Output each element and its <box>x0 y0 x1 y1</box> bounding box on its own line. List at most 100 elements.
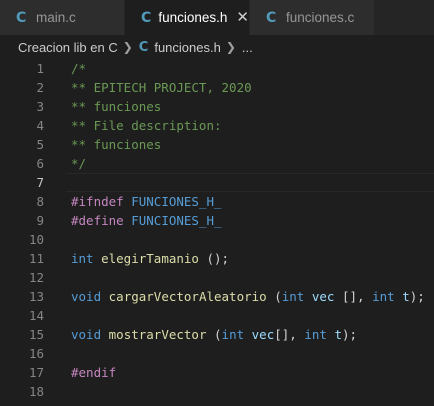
code-token: mostrarVector <box>108 327 207 342</box>
tab-main-c[interactable]: C main.c <box>0 0 125 35</box>
code-token: (); <box>198 251 230 266</box>
chevron-right-icon: ❯ <box>225 40 236 54</box>
breadcrumb-more[interactable]: ... <box>242 40 253 55</box>
tab-funciones-c[interactable]: C funciones.c <box>250 0 375 35</box>
code-text: void cargarVectorAleatorio (int vec [], … <box>71 287 425 306</box>
code-token: int <box>372 289 395 304</box>
code-text: ** funciones <box>71 135 161 154</box>
line-number: 2 <box>36 80 44 95</box>
line-number: 13 <box>28 289 44 304</box>
code-token: ); <box>341 327 358 342</box>
c-file-icon: C <box>16 9 27 26</box>
code-token: int <box>304 327 327 342</box>
tab-label: funciones.h <box>158 10 228 25</box>
code-line[interactable]: 2 ** EPITECH PROJECT, 2020 <box>0 78 434 97</box>
line-number: 1 <box>36 61 44 76</box>
code-line[interactable]: 10 <box>0 230 434 249</box>
code-token: elegirTamanio <box>101 251 199 266</box>
c-file-icon: C <box>266 9 277 26</box>
code-token: [], <box>334 289 373 304</box>
code-token: int <box>221 327 245 342</box>
code-token: ( <box>266 289 282 304</box>
tab-label: funciones.c <box>286 10 355 25</box>
code-token: ); <box>409 289 425 304</box>
code-token: ( <box>206 327 222 342</box>
line-number: 8 <box>36 194 44 209</box>
close-icon[interactable]: ✕ <box>236 10 249 25</box>
line-number: 14 <box>28 308 44 323</box>
code-text: */ <box>71 154 86 173</box>
line-number: 15 <box>28 327 44 342</box>
line-number: 10 <box>28 232 44 247</box>
code-line[interactable]: 7 <box>0 173 434 192</box>
code-line[interactable]: 1 /* <box>0 59 434 78</box>
code-line[interactable]: 4 ** File description: <box>0 116 434 135</box>
code-token: [], <box>274 327 305 342</box>
code-line[interactable]: 15 void mostrarVector (int vec[], int t); <box>0 325 434 344</box>
tab-label: main.c <box>36 10 76 25</box>
code-token: ** funciones <box>71 99 162 114</box>
code-line[interactable]: 8 #ifndef FUNCIONES_H_ <box>0 192 434 211</box>
code-token: ** EPITECH PROJECT, 2020 <box>71 80 252 95</box>
breadcrumb: Creacion lib en C ❯ C funciones.h ❯ ... <box>0 35 434 59</box>
code-line[interactable]: 13 void cargarVectorAleatorio (int vec []… <box>0 287 434 306</box>
code-token: t <box>334 327 342 342</box>
line-number: 6 <box>36 156 44 171</box>
line-number: 9 <box>36 213 44 228</box>
code-token: ** File description: <box>71 118 222 133</box>
line-number: 5 <box>36 137 44 152</box>
code-token: ** funciones <box>71 137 162 152</box>
breadcrumb-file[interactable]: funciones.h <box>154 40 221 55</box>
code-token: t <box>402 289 410 304</box>
line-number: 7 <box>36 175 44 190</box>
code-line[interactable]: 11 int elegirTamanio (); <box>0 249 434 268</box>
code-line[interactable]: 16 <box>0 344 434 363</box>
current-line-highlight <box>66 173 434 192</box>
code-token: cargarVectorAleatorio <box>108 289 267 304</box>
code-line[interactable]: 6 */ <box>0 154 434 173</box>
code-text: ** EPITECH PROJECT, 2020 <box>71 78 252 97</box>
line-number: 18 <box>28 384 44 399</box>
code-text: #define FUNCIONES_H_ <box>71 211 222 230</box>
c-file-icon: C <box>141 9 152 26</box>
line-number: 11 <box>28 251 44 266</box>
code-text: /* <box>71 59 86 78</box>
line-number: 17 <box>28 365 44 380</box>
tab-funciones-h[interactable]: C funciones.h ✕ <box>125 0 250 35</box>
breadcrumb-folder[interactable]: Creacion lib en C <box>18 40 118 55</box>
c-file-icon: C <box>138 39 149 55</box>
code-token: void <box>71 289 102 304</box>
code-editor[interactable]: 1 /* 2 ** EPITECH PROJECT, 2020 3 ** funcione… <box>0 59 434 406</box>
code-token: */ <box>71 156 87 171</box>
code-text: #endif <box>71 363 116 382</box>
code-text: void mostrarVector (int vec[], int t); <box>71 325 357 344</box>
code-token: vec <box>251 327 275 342</box>
chevron-right-icon: ❯ <box>122 40 133 54</box>
code-line[interactable]: 9 #define FUNCIONES_H_ <box>0 211 434 230</box>
code-token: FUNCIONES_H_ <box>131 213 222 228</box>
line-number: 16 <box>28 346 44 361</box>
code-text: ** funciones <box>71 97 161 116</box>
code-token: /* <box>71 61 87 76</box>
line-number: 4 <box>36 118 44 133</box>
code-token: void <box>71 327 102 342</box>
code-text: ** File description: <box>71 116 222 135</box>
code-text: #ifndef FUNCIONES_H_ <box>71 192 222 211</box>
line-number: 12 <box>28 270 44 285</box>
code-line[interactable]: 5 ** funciones <box>0 135 434 154</box>
code-token: #ifndef <box>71 194 124 209</box>
code-token: vec <box>311 289 335 304</box>
code-line[interactable]: 14 <box>0 306 434 325</box>
tab-bar: C main.c C funciones.h ✕ C funciones.c <box>0 0 434 35</box>
code-token: int <box>281 289 305 304</box>
code-token: FUNCIONES_H_ <box>131 194 222 209</box>
code-line[interactable]: 3 ** funciones <box>0 97 434 116</box>
code-line[interactable]: 18 <box>0 382 434 401</box>
code-line[interactable]: 17 #endif <box>0 363 434 382</box>
code-line[interactable]: 12 <box>0 268 434 287</box>
code-token: #define <box>71 213 124 228</box>
line-number: 3 <box>36 99 44 114</box>
